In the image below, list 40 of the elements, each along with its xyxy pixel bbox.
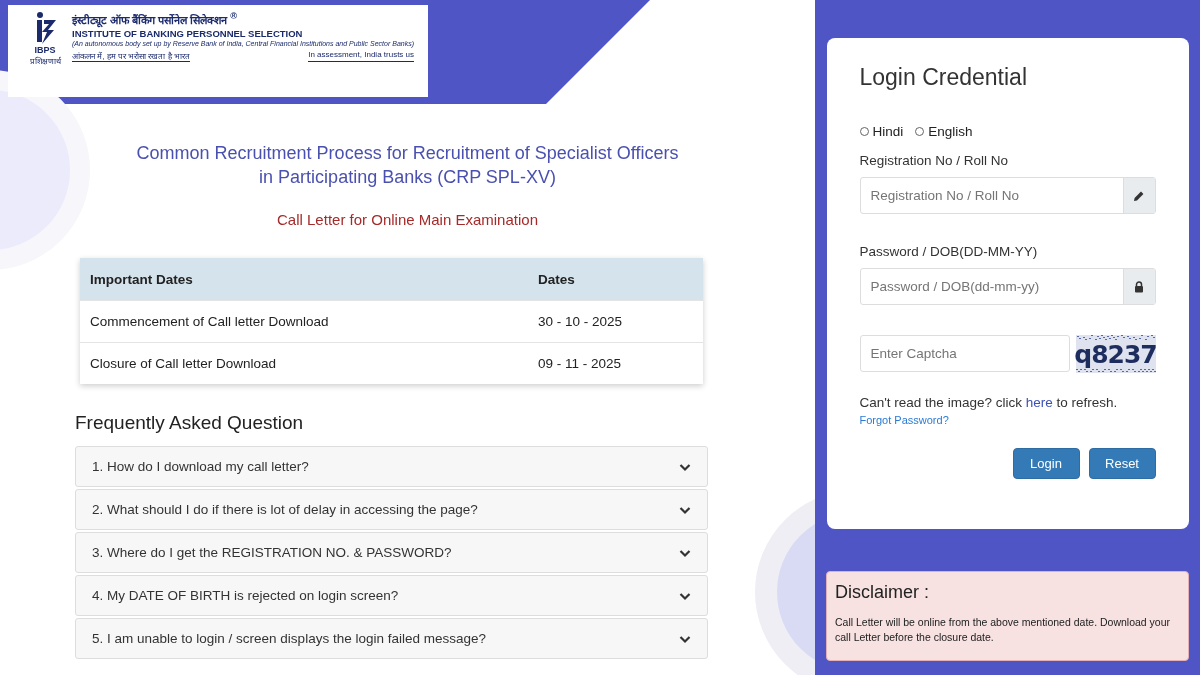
faq-item[interactable]: 4. My DATE OF BIRTH is rejected on login screen? bbox=[75, 575, 708, 616]
captcha-image: q8237 bbox=[1075, 335, 1156, 373]
text-input[interactable]: Password / DOB(dd-mm-yy) bbox=[860, 269, 1123, 304]
language-radio[interactable]: Hindi bbox=[859, 124, 904, 139]
motto: In assessment, India trusts us bbox=[308, 49, 415, 62]
language-radio[interactable]: English bbox=[915, 124, 973, 139]
faq-heading: Frequently Asked Question bbox=[75, 412, 305, 434]
logo-abbreviation: IBPS bbox=[34, 45, 56, 55]
table-cell: Closure of Call letter Download bbox=[80, 342, 528, 384]
faq-item[interactable]: 5. I am unable to login / screen displays the login failed message? bbox=[75, 618, 708, 659]
hindi-institute-name: इंस्टीट्यूट ऑफ बैंकिंग पर्सोनेल सिलेक्शन $^{®}$ bbox=[72, 11, 239, 27]
lock-icon bbox=[1134, 280, 1144, 293]
table-cell: 30 - 10 - 2025 bbox=[528, 300, 703, 343]
faq-item[interactable]: 3. Where do I get the REGISTRATION NO. & PASSWORD? bbox=[75, 532, 708, 573]
form-button[interactable]: Reset bbox=[1088, 448, 1156, 479]
institute-name: INSTITUTE OF BANKING PERSONNEL SELECTION bbox=[72, 27, 304, 39]
faq-item[interactable]: 1. How do I download my call letter? bbox=[75, 446, 708, 487]
forgot-password-link[interactable]: Forgot Password? bbox=[859, 414, 949, 426]
page-title: Common Recruitment Process for Recruitment of Specialist Officers in Participating Banks (CRP SPL-XV) bbox=[135, 142, 680, 189]
disclaimer-text: Call Letter will be online from the above mentioned date. Download your call Letter before the closure date. bbox=[835, 615, 1172, 645]
refresh-link[interactable]: here bbox=[1025, 395, 1053, 410]
hindi-motto: आंकलन में, हम पर भरोसा रखता है भारत bbox=[72, 49, 190, 62]
faq-item[interactable]: 2. What should I do if there is lot of delay in accessing the page? bbox=[75, 489, 708, 530]
captcha-field[interactable]: Enter Captcha bbox=[859, 335, 1070, 372]
column-header: Important Dates bbox=[80, 258, 528, 301]
pencil-icon bbox=[1133, 189, 1145, 202]
column-header: Dates bbox=[528, 258, 703, 301]
disclaimer-title: Disclaimer : bbox=[835, 582, 930, 603]
input-field[interactable]: Password / DOB(dd-mm-yy) bbox=[859, 268, 1156, 305]
logo-hindi-tagline: प्रशिक्षणार्थ bbox=[29, 55, 61, 66]
input-field[interactable]: Registration No / Roll No bbox=[859, 177, 1156, 214]
table-cell: Commencement of Call letter Download bbox=[80, 300, 528, 343]
field-label: Password / DOB(DD-MM-YY) bbox=[859, 244, 1039, 259]
text-input[interactable]: Registration No / Roll No bbox=[860, 178, 1123, 213]
form-button[interactable]: Login bbox=[1012, 448, 1080, 479]
page-subtitle: Call Letter for Online Main Examination bbox=[276, 211, 539, 228]
field-label: Registration No / Roll No bbox=[859, 153, 1010, 168]
refresh-hint: Can't read the image? click here to refresh. bbox=[859, 395, 1119, 410]
login-title: Login Credential bbox=[859, 64, 1028, 91]
table-cell: 09 - 11 - 2025 bbox=[528, 342, 703, 384]
